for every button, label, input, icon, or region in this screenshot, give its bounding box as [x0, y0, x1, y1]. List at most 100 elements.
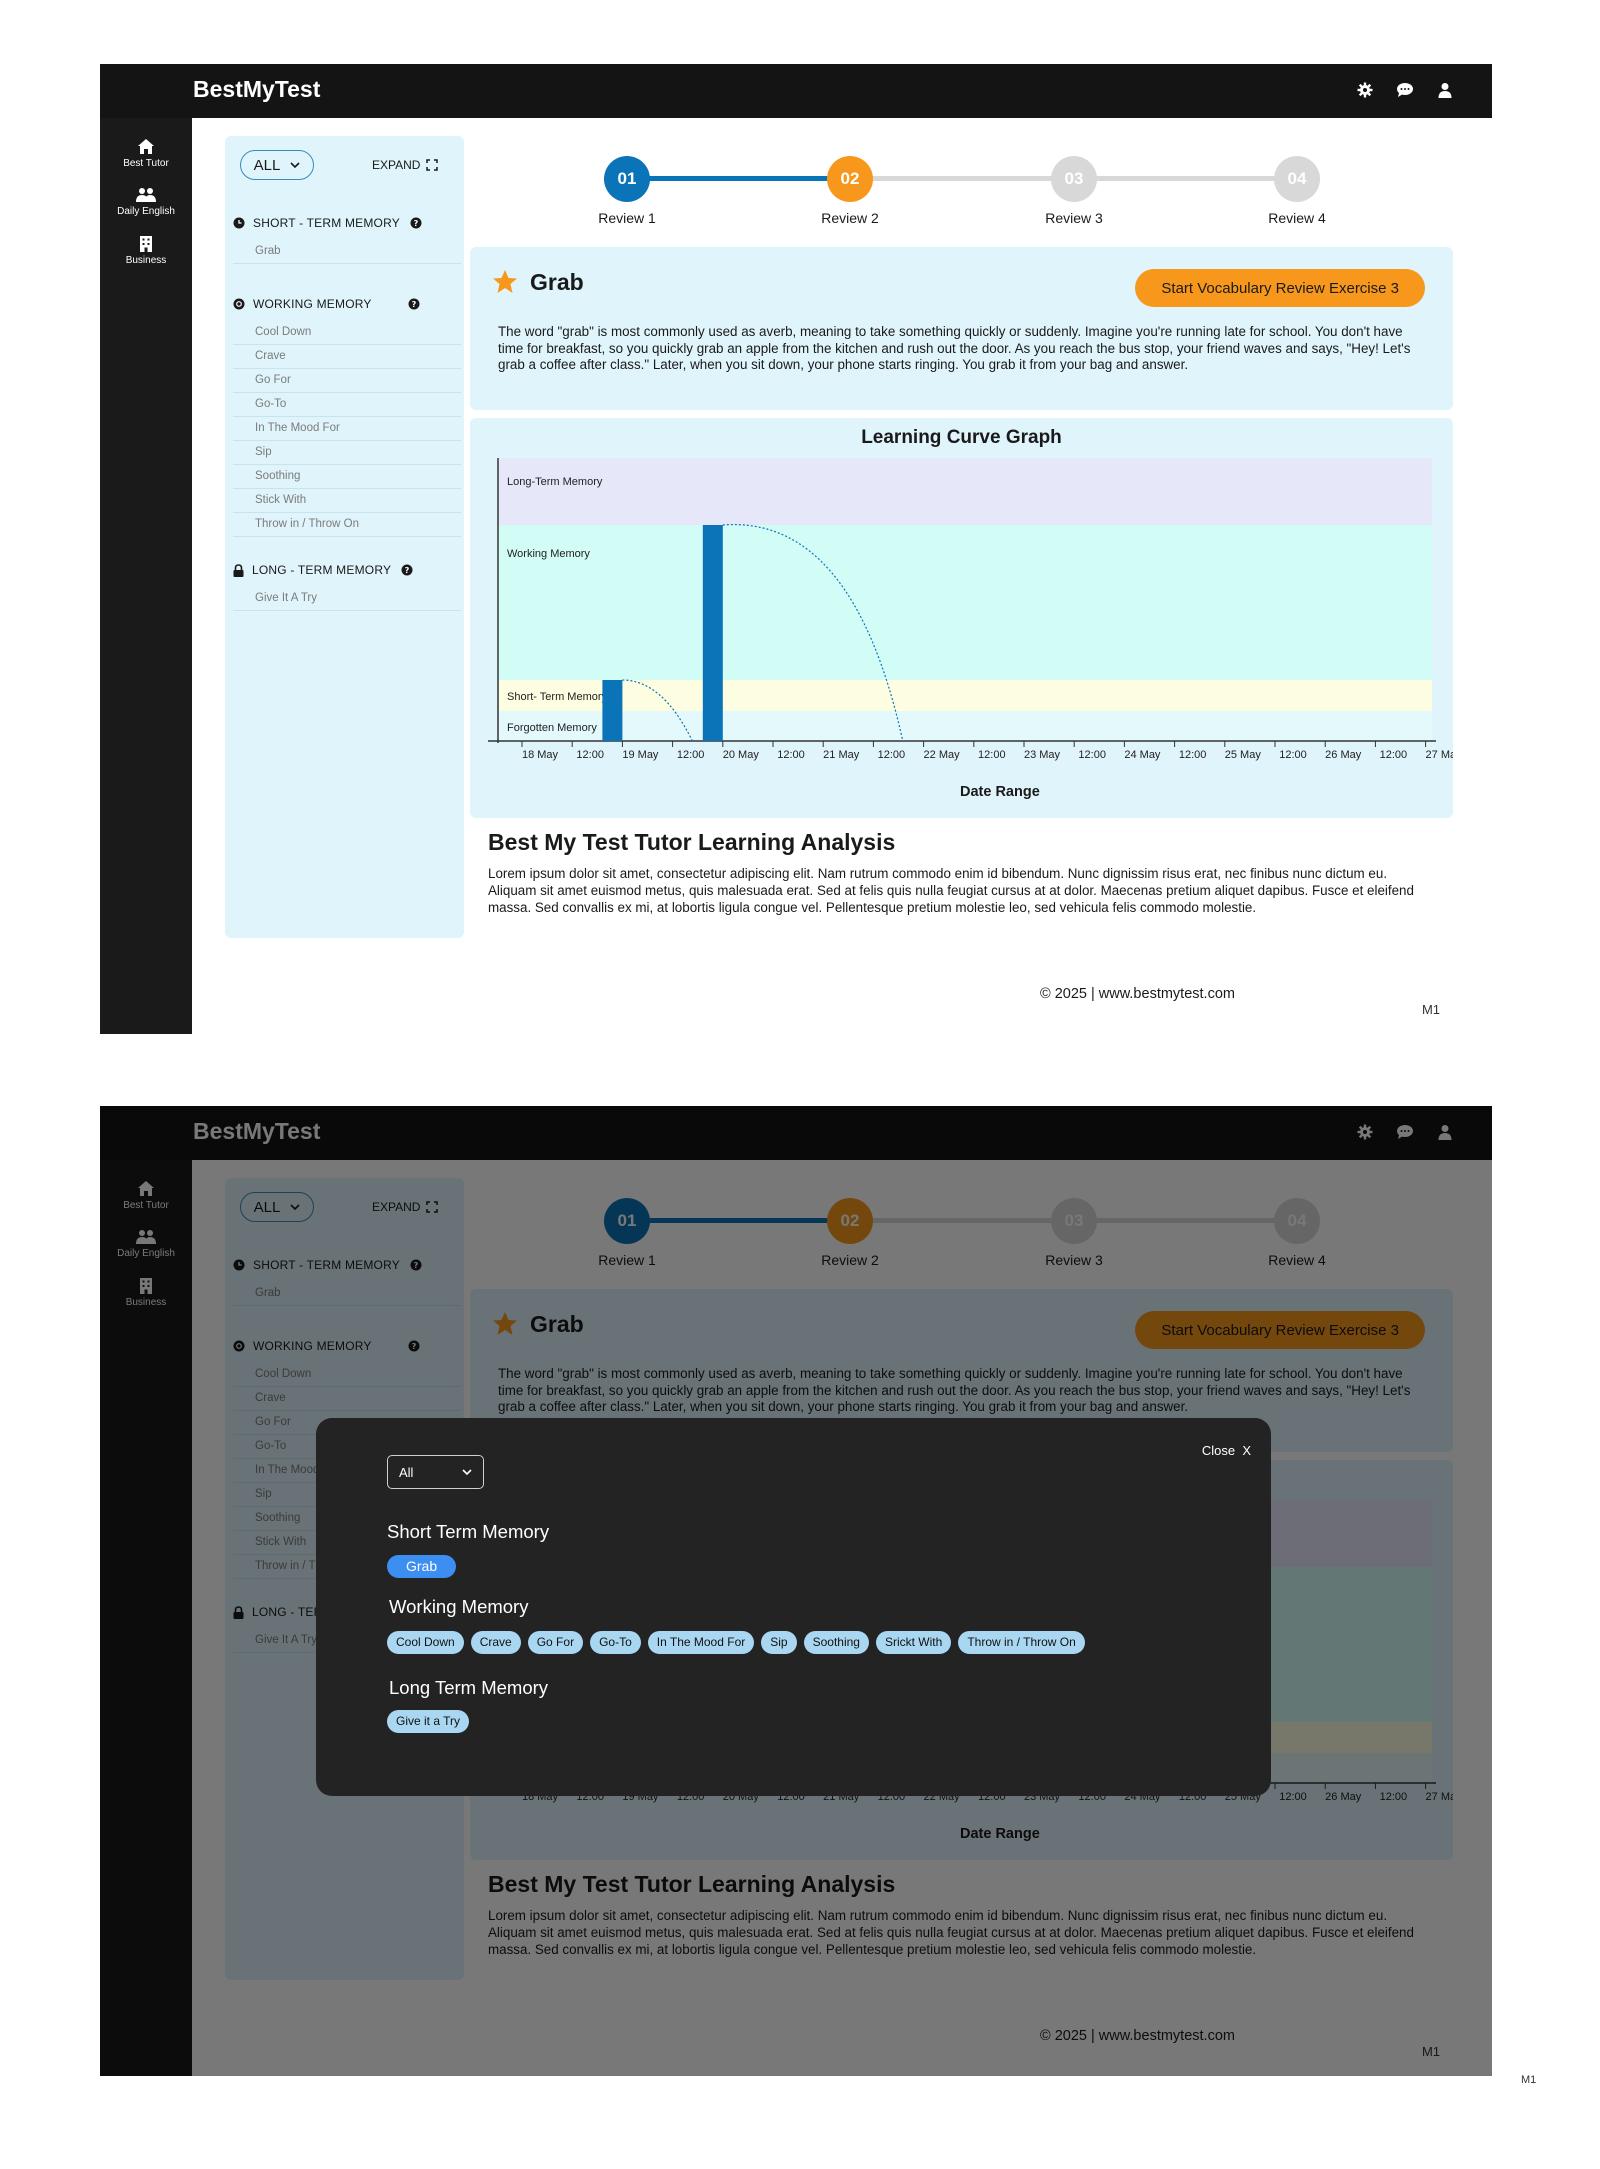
- word-chip[interactable]: Cool Down: [387, 1631, 464, 1654]
- list-item[interactable]: Stick With: [233, 489, 461, 513]
- memory-zone: [499, 458, 1432, 525]
- x-tick-label: 12:00: [1179, 749, 1207, 761]
- footer-copyright: © 2025 | www.bestmytest.com: [1040, 986, 1235, 1002]
- list-item[interactable]: In The Mood For: [233, 417, 461, 441]
- list-item[interactable]: Go-To: [233, 393, 461, 417]
- group-short-term-memory: SHORT - TERM MEMORY ?: [233, 216, 422, 230]
- group-title: LONG - TERM MEMORY: [252, 563, 392, 577]
- main-content: 01 02 03 04 Review 1 Review 2 Review 3 R…: [470, 64, 1460, 1034]
- list-item[interactable]: Throw in / Throw On: [233, 513, 461, 537]
- list-item[interactable]: Crave: [233, 345, 461, 369]
- expand-icon: [426, 159, 439, 171]
- zone-label: Long-Term Memory: [507, 476, 603, 488]
- sidebar-item-business[interactable]: Business: [100, 235, 192, 266]
- x-tick-label: 12:00: [677, 749, 705, 761]
- filter-value: ALL: [253, 156, 281, 174]
- x-tick-label: 26 May: [1325, 749, 1362, 761]
- word-chip[interactable]: In The Mood For: [647, 1631, 755, 1654]
- x-tick-label: 12:00: [878, 749, 906, 761]
- sidebar-item-label: Daily English: [117, 206, 175, 217]
- analysis-title: Best My Test Tutor Learning Analysis: [488, 829, 896, 855]
- x-tick-label: 22 May: [924, 749, 961, 761]
- x-tick-label: 12:00: [576, 749, 604, 761]
- data-bar: [602, 680, 623, 741]
- step-2[interactable]: 02: [827, 156, 873, 202]
- sidebar-item-label: Business: [125, 255, 167, 266]
- x-tick-label: 12:00: [1380, 749, 1408, 761]
- filter-select[interactable]: ALL: [240, 150, 314, 180]
- step-1[interactable]: 01: [604, 156, 650, 202]
- step-label: Review 2: [821, 210, 879, 226]
- modal-group-title: Long Term Memory: [389, 1677, 549, 1698]
- memory-filter-modal: All Close X Short Term Memory Grab Worki…: [316, 1418, 1271, 1796]
- zone-label: Working Memory: [507, 548, 590, 560]
- memory-zone: [499, 525, 1432, 680]
- list-item[interactable]: Sip: [233, 441, 461, 465]
- start-review-button[interactable]: Start Vocabulary Review Exercise 3: [1135, 269, 1425, 307]
- sidebar-item-label: Best Tutor: [123, 158, 169, 169]
- clock-icon: [233, 217, 245, 229]
- chevron-down-icon: [290, 161, 300, 168]
- sidebar-item-best-tutor[interactable]: Best Tutor: [100, 138, 192, 169]
- word-chip[interactable]: Srickt With: [875, 1631, 952, 1654]
- data-bar: [702, 525, 723, 741]
- x-tick-label: 12:00: [978, 749, 1006, 761]
- x-tick-label: 12:00: [1279, 749, 1307, 761]
- word-chip[interactable]: Crave: [470, 1631, 521, 1654]
- list-item[interactable]: Give It A Try: [233, 587, 461, 611]
- x-tick-label: 23 May: [1024, 749, 1061, 761]
- list-item[interactable]: Go For: [233, 369, 461, 393]
- modal-group-title: Working Memory: [389, 1596, 529, 1617]
- x-tick-label: 25 May: [1225, 749, 1262, 761]
- x-tick-label: 12:00: [1078, 749, 1106, 761]
- word-title: Grab: [530, 269, 584, 295]
- page-code: M1: [1521, 2074, 1537, 2086]
- learning-curve-chart: Long-Term Memory Working Memory Short- Ter…: [488, 458, 1453, 761]
- expand-button[interactable]: EXPAND: [372, 158, 439, 172]
- list-item[interactable]: Grab: [233, 240, 461, 264]
- word-chip[interactable]: Grab: [387, 1555, 457, 1578]
- x-tick-label: 20 May: [723, 749, 760, 761]
- sidebar-item-daily-english[interactable]: Daily English: [100, 187, 192, 217]
- x-tick-label: 27 May: [1426, 749, 1453, 761]
- step-4[interactable]: 04: [1274, 156, 1320, 202]
- long-term-word-list: Give It A Try: [233, 587, 461, 611]
- memory-zone: [499, 711, 1432, 742]
- help-icon[interactable]: ?: [408, 298, 420, 310]
- svg-text:?: ?: [405, 566, 410, 575]
- screen-default: BestMyTest Best Tutor Daily English Busi…: [100, 64, 1492, 1034]
- word-chip[interactable]: Soothing: [803, 1631, 869, 1654]
- help-icon[interactable]: ?: [410, 217, 422, 229]
- svg-text:?: ?: [411, 300, 416, 309]
- word-list-panel: ALL EXPAND SHORT - TERM MEMORY ? Grab WO…: [225, 136, 464, 938]
- word-chip[interactable]: Go-To: [590, 1631, 641, 1654]
- word-chip[interactable]: Go For: [527, 1631, 584, 1654]
- screen-code: M1: [1421, 1002, 1440, 1017]
- expand-label: EXPAND: [372, 158, 421, 172]
- modal-filter-select[interactable]: All: [387, 1455, 484, 1489]
- step-label: Review 3: [1045, 210, 1103, 226]
- zone-label: Short- Term Memory: [507, 691, 608, 703]
- star-icon[interactable]: [492, 269, 518, 294]
- review-stepper: 01 02 03 04 Review 1 Review 2 Review 3 R…: [470, 150, 1460, 230]
- modal-group-title: Short Term Memory: [387, 1521, 550, 1542]
- people-icon: [136, 188, 156, 202]
- x-tick-label: 12:00: [777, 749, 805, 761]
- step-3[interactable]: 03: [1051, 156, 1097, 202]
- home-icon: [138, 139, 154, 154]
- list-item[interactable]: Soothing: [233, 465, 461, 489]
- list-item[interactable]: Cool Down: [233, 321, 461, 345]
- lock-icon: [233, 563, 244, 577]
- group-working-memory: WORKING MEMORY ?: [233, 297, 420, 311]
- word-chip[interactable]: Give it a Try: [387, 1710, 470, 1733]
- help-icon[interactable]: ?: [401, 564, 413, 576]
- modal-chip-row: Grab: [387, 1555, 457, 1578]
- learning-curve-card: Learning Curve Graph Long-Term MemoryWor…: [470, 418, 1453, 818]
- group-title: SHORT - TERM MEMORY: [253, 216, 400, 230]
- word-chip[interactable]: Throw in / Throw On: [958, 1631, 1085, 1654]
- brand-logo[interactable]: BestMyTest: [193, 76, 320, 103]
- zone-label: Forgotten Memory: [507, 722, 597, 734]
- group-title: WORKING MEMORY: [253, 297, 372, 311]
- word-chip[interactable]: Sip: [761, 1631, 797, 1654]
- close-button[interactable]: Close X: [1202, 1443, 1251, 1458]
